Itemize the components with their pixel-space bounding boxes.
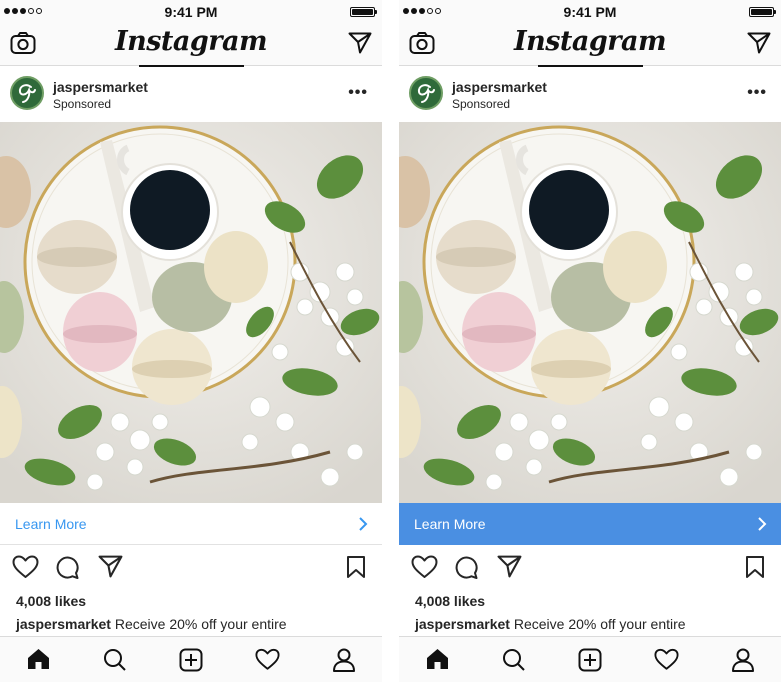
direct-message-icon[interactable] [348,32,372,54]
battery-icon [749,7,776,17]
chevron-right-icon [758,517,767,531]
post-photo[interactable] [399,122,781,503]
status-time: 9:41 PM [164,4,218,20]
learn-more-label: Learn More [414,516,486,532]
post-caption: jaspersmarket Receive 20% off your entir… [16,616,287,632]
profile-icon[interactable] [731,648,755,672]
post-photo[interactable] [0,122,382,503]
bottom-tab-bar [0,636,382,682]
more-options-icon[interactable]: ••• [747,84,767,102]
chevron-right-icon [359,517,368,531]
post-actions [0,553,382,585]
bookmark-icon[interactable] [346,555,366,579]
learn-more-button[interactable]: Learn More [399,503,781,545]
post-header: jaspersmarket Sponsored ••• [399,67,781,122]
search-icon[interactable] [502,648,526,672]
brand-logo-icon [417,84,435,103]
top-navigation: Instagram [399,22,781,67]
caption-username[interactable]: jaspersmarket [415,616,510,632]
post-caption: jaspersmarket Receive 20% off your entir… [415,616,686,632]
post-username[interactable]: jaspersmarket [53,79,148,95]
app-logo: Instagram [114,26,268,57]
brand-logo-icon [18,84,36,103]
phone-screen-highlighted: 9:41 PM Instagram jaspersmarket Sponsore… [399,0,781,682]
heart-icon[interactable] [12,555,39,579]
bottom-tab-bar [399,636,781,682]
activity-heart-icon[interactable] [255,648,280,671]
direct-message-icon[interactable] [747,32,771,54]
share-icon[interactable] [98,555,123,578]
activity-heart-icon[interactable] [654,648,679,671]
avatar[interactable] [409,76,443,110]
add-post-icon[interactable] [179,648,203,672]
status-bar: 9:41 PM [0,0,382,22]
caption-text: Receive 20% off your entire [513,616,686,632]
comment-icon[interactable] [454,555,479,580]
profile-icon[interactable] [332,648,356,672]
caption-text: Receive 20% off your entire [114,616,287,632]
phone-screen-default: 9:41 PM Instagram jaspersmarket Sponsore… [0,0,382,682]
macarons-coffee-photo [0,122,382,503]
macarons-coffee-photo [399,122,781,503]
bookmark-icon[interactable] [745,555,765,579]
post-username[interactable]: jaspersmarket [452,79,547,95]
likes-count[interactable]: 4,008 likes [16,593,86,609]
battery-icon [350,7,377,17]
status-bar: 9:41 PM [399,0,781,22]
avatar[interactable] [10,76,44,110]
status-time: 9:41 PM [563,4,617,20]
home-icon[interactable] [27,648,50,670]
more-options-icon[interactable]: ••• [348,84,368,102]
home-icon[interactable] [426,648,449,670]
comment-icon[interactable] [55,555,80,580]
sponsored-label: Sponsored [452,97,511,111]
add-post-icon[interactable] [578,648,602,672]
caption-username[interactable]: jaspersmarket [16,616,111,632]
learn-more-button[interactable]: Learn More [0,503,382,545]
top-navigation: Instagram [0,22,382,67]
post-header: jaspersmarket Sponsored ••• [0,67,382,122]
sponsored-label: Sponsored [53,97,112,111]
likes-count[interactable]: 4,008 likes [415,593,485,609]
post-actions [399,553,781,585]
search-icon[interactable] [103,648,127,672]
app-logo: Instagram [513,26,667,57]
heart-icon[interactable] [411,555,438,579]
share-icon[interactable] [497,555,522,578]
learn-more-label: Learn More [15,516,87,532]
